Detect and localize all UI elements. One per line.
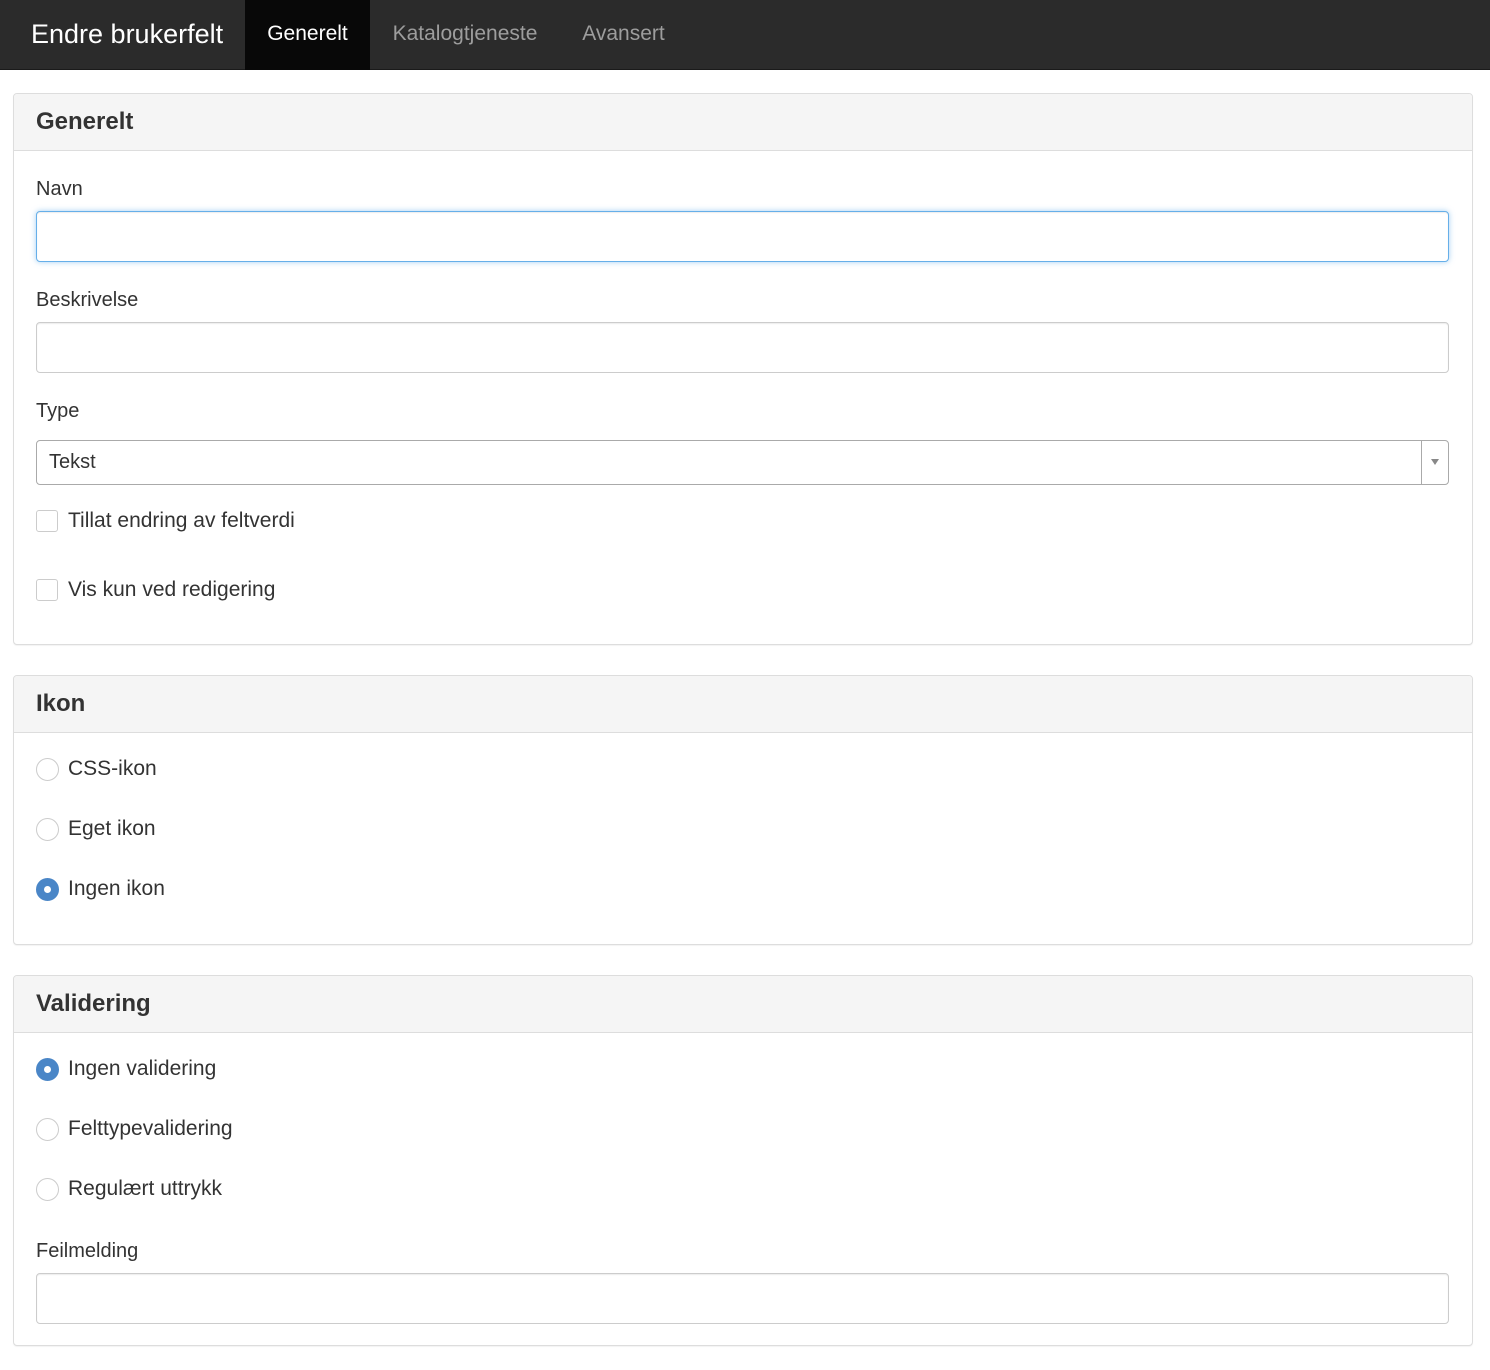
name-label: Navn [36,178,83,200]
validation-panel-heading: Validering [14,976,1472,1033]
icon-radio-custom[interactable] [36,818,59,841]
error-message-input[interactable] [36,1273,1449,1324]
tab-katalogtjeneste[interactable]: Katalogtjeneste [370,0,560,70]
allow-edit-checkbox[interactable] [36,510,58,532]
type-select[interactable]: Tekst [36,440,1449,485]
general-panel: Generelt Navn Beskrivelse Type Tekst Til… [13,93,1473,645]
description-input[interactable] [36,322,1449,373]
error-message-label: Feilmelding [36,1240,139,1262]
icon-radio-css[interactable] [36,758,59,781]
show-only-edit-checkbox[interactable] [36,579,58,601]
description-label: Beskrivelse [36,289,139,311]
icon-radio-none[interactable] [36,878,59,901]
validation-radio-fieldtype[interactable] [36,1118,59,1141]
validation-panel: Validering Ingen validering Felttypevali… [13,975,1473,1346]
tab-generelt[interactable]: Generelt [245,0,370,70]
icon-option-label: Eget ikon [68,817,156,840]
top-navbar: Endre brukerfelt Generelt Katalogtjenest… [0,0,1490,70]
general-panel-heading: Generelt [14,94,1472,151]
validation-radio-regex[interactable] [36,1178,59,1201]
validation-option-label: Regulært uttrykk [68,1177,223,1200]
validation-radio-none[interactable] [36,1058,59,1081]
type-select-value: Tekst [49,451,96,473]
icon-option-label: Ingen ikon [68,877,165,900]
validation-option-label: Ingen validering [68,1057,217,1080]
name-input[interactable] [36,211,1449,262]
show-only-edit-label: Vis kun ved redigering [68,578,276,601]
chevron-down-icon[interactable] [1421,441,1448,484]
icon-panel-heading: Ikon [14,676,1472,733]
tab-avansert[interactable]: Avansert [560,0,687,70]
allow-edit-label: Tillat endring av feltverdi [68,509,295,532]
icon-panel: Ikon CSS-ikon Eget ikon Ingen ikon [13,675,1473,945]
page-title: Endre brukerfelt [31,19,224,49]
type-label: Type [36,400,80,422]
validation-option-label: Felttypevalidering [68,1117,233,1140]
icon-option-label: CSS-ikon [68,757,157,780]
